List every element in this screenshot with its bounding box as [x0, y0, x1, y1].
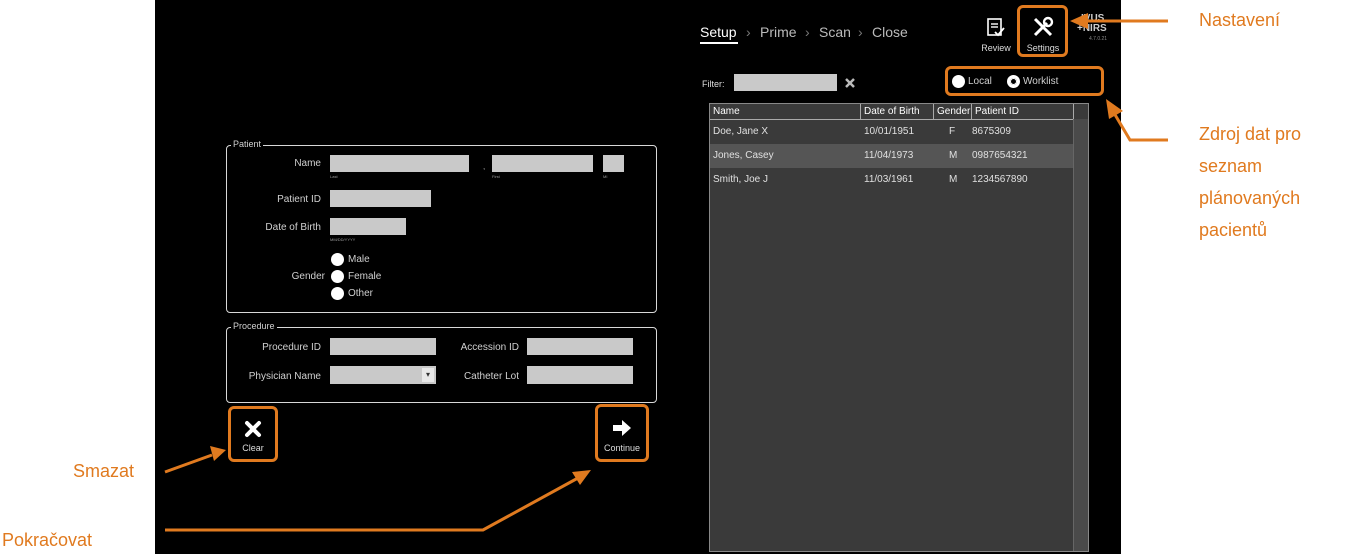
- cell-dob: 11/04/1973: [864, 150, 914, 161]
- source-arrow: [1112, 112, 1168, 142]
- step-scan[interactable]: Scan: [819, 24, 851, 40]
- source-callout-line1: Zdroj dat pro: [1199, 124, 1302, 144]
- source-callout-line2: seznam: [1199, 156, 1263, 176]
- first-name-hint: First: [492, 174, 500, 179]
- patient-list-table[interactable]: Name Date of Birth Gender Patient ID Doe…: [709, 103, 1089, 552]
- cell-gender: M: [949, 174, 958, 185]
- gender-female-label: Female: [348, 271, 382, 282]
- cell-dob: 10/01/1951: [864, 126, 915, 137]
- middle-initial-hint: MI: [603, 174, 608, 179]
- column-header-gender[interactable]: Gender: [934, 104, 972, 119]
- source-highlight: [945, 66, 1104, 96]
- first-name-input[interactable]: [492, 155, 593, 172]
- cell-patient-id: 0987654321: [972, 150, 1028, 161]
- step-separator: ›: [858, 24, 863, 40]
- step-setup-underline: [700, 42, 738, 44]
- review-label: Review: [981, 43, 1011, 53]
- dob-hint: MM/DD/YYYY: [330, 237, 356, 242]
- clear-highlight: [228, 406, 278, 462]
- review-button[interactable]: Review: [978, 12, 1014, 54]
- cell-patient-id: 8675309: [972, 126, 1011, 137]
- cell-gender: F: [949, 126, 956, 137]
- continue-callout-text: Pokračovat: [2, 530, 93, 550]
- dropdown-arrow-button[interactable]: ▾: [422, 368, 434, 382]
- middle-initial-input[interactable]: [603, 155, 624, 172]
- filter-label: Filter:: [702, 79, 725, 89]
- patient-id-input[interactable]: [330, 190, 431, 207]
- settings-callout-text: Nastavení: [1199, 10, 1281, 30]
- settings-highlight: [1017, 5, 1068, 57]
- cell-name: Doe, Jane X: [713, 126, 769, 137]
- brand-logo: IVUS +NIRS 4.7.0.21: [1073, 13, 1119, 46]
- procedure-id-input[interactable]: [330, 338, 436, 355]
- dob-input[interactable]: [330, 218, 406, 235]
- table-row[interactable]: Doe, Jane X 10/01/1951 F 8675309: [710, 120, 1074, 144]
- last-name-hint: Last: [330, 174, 338, 179]
- gender-other-label: Other: [348, 288, 374, 299]
- step-setup[interactable]: Setup: [700, 24, 737, 40]
- accession-id-label: Accession ID: [460, 342, 519, 353]
- last-name-input[interactable]: [330, 155, 469, 172]
- gender-label: Gender: [291, 271, 325, 282]
- step-separator: ›: [805, 24, 810, 40]
- review-icon: [987, 18, 1005, 37]
- patient-id-label: Patient ID: [277, 194, 321, 205]
- filter-input[interactable]: [734, 74, 837, 91]
- column-header-patient-id[interactable]: Patient ID: [972, 104, 1074, 119]
- clear-callout-text: Smazat: [73, 461, 135, 481]
- chevron-down-icon: ▾: [425, 370, 430, 379]
- column-header-dob[interactable]: Date of Birth: [861, 104, 934, 119]
- source-callout-line4: pacientů: [1199, 220, 1268, 240]
- cell-dob: 11/03/1961: [864, 174, 914, 185]
- step-prime[interactable]: Prime: [760, 24, 797, 40]
- step-close[interactable]: Close: [872, 24, 908, 40]
- column-header-name[interactable]: Name: [710, 104, 861, 119]
- procedure-legend: Procedure: [231, 321, 277, 331]
- gender-radio-male[interactable]: [331, 253, 344, 266]
- name-label: Name: [294, 158, 321, 169]
- name-comma: ,: [483, 162, 486, 171]
- accession-id-input[interactable]: [527, 338, 633, 355]
- table-row[interactable]: Jones, Casey 11/04/1973 M 0987654321: [710, 144, 1074, 168]
- physician-name-label: Physician Name: [248, 371, 321, 382]
- cell-name: Jones, Casey: [713, 150, 774, 161]
- table-row[interactable]: Smith, Joe J 11/03/1961 M 1234567890: [710, 168, 1074, 192]
- gender-male-label: Male: [348, 254, 370, 265]
- cell-patient-id: 1234567890: [972, 174, 1028, 185]
- dob-label: Date of Birth: [265, 222, 321, 233]
- procedure-id-label: Procedure ID: [262, 342, 321, 353]
- continue-highlight: [595, 404, 649, 462]
- clear-filter-icon[interactable]: [844, 77, 856, 89]
- catheter-lot-input[interactable]: [527, 366, 633, 384]
- brand-line2: +NIRS: [1077, 23, 1107, 34]
- source-callout-line3: plánovaných: [1199, 188, 1301, 208]
- brand-version: 4.7.0.21: [1089, 36, 1108, 42]
- cell-name: Smith, Joe J: [713, 174, 769, 185]
- step-separator: ›: [746, 24, 751, 40]
- catheter-lot-label: Catheter Lot: [463, 371, 519, 382]
- gender-radio-other[interactable]: [331, 287, 344, 300]
- patient-legend: Patient: [231, 139, 264, 149]
- table-scrollbar[interactable]: [1073, 119, 1088, 551]
- cell-gender: M: [949, 150, 958, 161]
- physician-name-dropdown[interactable]: ▾: [330, 366, 436, 384]
- gender-radio-female[interactable]: [331, 270, 344, 283]
